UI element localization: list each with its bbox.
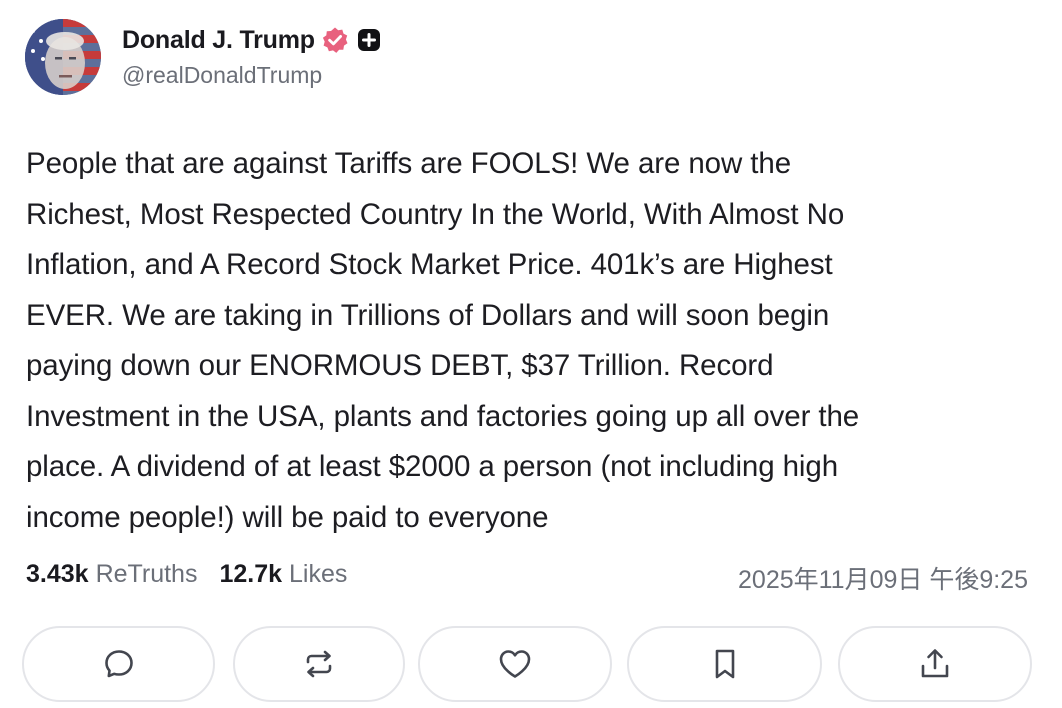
avatar-image	[25, 19, 101, 95]
bookmark-icon	[710, 647, 740, 681]
repost-arrows-icon	[302, 647, 336, 681]
handle[interactable]: @realDonaldTrump	[122, 62, 381, 89]
display-name[interactable]: Donald J. Trump	[122, 26, 315, 55]
reply-button[interactable]	[22, 626, 215, 702]
post-text-line: Inflation, and A Record Stock Market Pri…	[26, 248, 833, 281]
like-button[interactable]	[418, 626, 612, 702]
post-text-line: People that are against Tariffs are FOOL…	[26, 147, 792, 180]
post-timestamp[interactable]: 2025年11月09日 午後9:25	[738, 560, 1028, 596]
post-text-line: EVER. We are taking in Trillions of Doll…	[26, 298, 830, 332]
share-upload-icon	[918, 646, 952, 682]
likes-label: Likes	[289, 560, 348, 588]
post-text-line: Investment in the USA, plants and factor…	[26, 399, 860, 433]
retruths-stat[interactable]: 3.43k ReTruths	[26, 560, 197, 589]
post-text-line: place. A dividend of at least $2000 a pe…	[26, 450, 838, 483]
post-stats: 3.43k ReTruths 12.7k Likes	[26, 560, 347, 589]
avatar[interactable]	[25, 19, 101, 95]
heart-icon	[497, 647, 533, 681]
retruths-label: ReTruths	[95, 560, 198, 588]
post-text-line: paying down our ENORMOUS DEBT, $37 Trill…	[26, 349, 774, 382]
verified-badge-icon	[321, 26, 349, 54]
likes-stat[interactable]: 12.7k Likes	[219, 560, 347, 589]
author-header: Donald J. Trump @realDonaldTrump	[122, 22, 381, 89]
likes-count: 12.7k	[219, 560, 283, 588]
post-card: Donald J. Trump @realDonaldTrump People …	[0, 0, 1062, 708]
plus-square-icon	[357, 28, 381, 52]
retruth-button[interactable]	[233, 626, 405, 702]
reply-bubble-icon	[102, 647, 136, 681]
post-text: People that are against Tariffs are FOOL…	[26, 139, 1026, 543]
bookmark-button[interactable]	[627, 626, 822, 702]
retruths-count: 3.43k	[26, 560, 89, 588]
action-bar	[22, 626, 1034, 704]
post-text-line: income people!) will be paid to everyone	[26, 500, 549, 534]
name-row: Donald J. Trump	[122, 22, 381, 58]
share-button[interactable]	[838, 626, 1032, 702]
post-text-line: Richest, Most Respected Country In the W…	[26, 197, 845, 231]
